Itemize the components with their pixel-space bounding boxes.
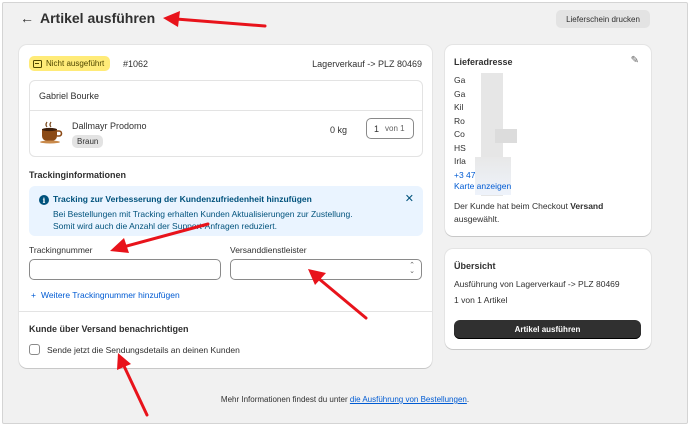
shipping-note-prefix: Der Kunde hat beim Checkout	[454, 201, 571, 211]
redaction	[495, 129, 517, 143]
divider	[19, 311, 432, 312]
status-badge: Nicht ausgeführt	[29, 56, 111, 71]
address-line: Ga	[454, 88, 466, 99]
info-banner: i Tracking zur Verbesserung der Kundenzu…	[29, 186, 423, 236]
divider	[30, 110, 422, 111]
shipping-method: Versand	[570, 201, 604, 211]
shipping-address-card: Lieferadresse ✎ Ga Ga Kil Ro Co HS Irla …	[445, 45, 651, 236]
summary-title: Übersicht	[454, 261, 496, 271]
address-line: HS	[454, 142, 466, 153]
unfulfilled-icon	[33, 59, 42, 68]
line-items-box: Gabriel Bourke Dallmayr Prodomo Braun 0 …	[29, 80, 423, 157]
footer-end: .	[466, 395, 470, 404]
summary-location: Ausführung von Lagerverkauf -> PLZ 80469	[454, 279, 620, 289]
carrier-select[interactable]: ⌃ ⌄	[230, 259, 422, 280]
quantity-of: von 1	[385, 124, 405, 133]
add-tracking-number-label: Weitere Trackingnummer hinzufügen	[40, 290, 180, 300]
pencil-icon[interactable]: ✎	[631, 55, 639, 66]
address-line: Kil	[454, 102, 464, 112]
fulfill-items-button[interactable]: Artikel ausführen	[454, 320, 641, 339]
close-icon[interactable]: ✕	[405, 192, 414, 205]
fulfillment-help-link[interactable]: die Ausführung von Bestellungen	[350, 395, 467, 404]
tracking-number-input[interactable]	[29, 259, 221, 280]
address-title: Lieferadresse	[454, 57, 513, 67]
plus-icon: +	[31, 290, 36, 300]
summary-card: Übersicht Ausführung von Lagerverkauf ->…	[445, 249, 651, 349]
info-banner-title: Tracking zur Verbesserung der Kundenzufr…	[53, 194, 312, 204]
quantity-value: 1	[374, 123, 380, 134]
notify-section-title: Kunde über Versand benachrichtigen	[29, 324, 189, 334]
fulfillment-card: Nicht ausgeführt #1062 Lagerverkauf -> P…	[19, 45, 432, 368]
order-number: #1062	[123, 59, 149, 69]
footer-help: Mehr Informationen findest du unter die …	[0, 395, 690, 404]
address-line: Ro	[454, 115, 465, 126]
customer-name: Gabriel Bourke	[39, 91, 100, 101]
page-title: Artikel ausführen	[40, 10, 156, 26]
carrier-label: Versanddienstleister	[230, 245, 307, 255]
status-badge-label: Nicht ausgeführt	[46, 59, 105, 68]
shipping-note-suffix: ausgewählt.	[454, 214, 500, 224]
address-line: Ga	[454, 75, 466, 85]
product-name[interactable]: Dallmayr Prodomo	[72, 121, 147, 131]
arrow-left-icon[interactable]: ←	[20, 10, 34, 26]
tracking-number-label: Trackingnummer	[29, 245, 93, 255]
shipping-method-note: Der Kunde hat beim Checkout Versand ausge…	[454, 200, 644, 226]
add-tracking-number-link[interactable]: + Weitere Trackingnummer hinzufügen	[31, 290, 180, 300]
summary-item-count: 1 von 1 Artikel	[454, 295, 508, 305]
fulfillment-location: Lagerverkauf -> PLZ 80469	[312, 59, 422, 69]
info-banner-line: Somit wird auch die Anzahl der Support-A…	[53, 221, 277, 231]
coffee-cup-icon	[38, 119, 64, 145]
variant-badge: Braun	[72, 135, 104, 148]
quantity-input[interactable]: 1 von 1	[366, 118, 414, 139]
info-icon: i	[39, 195, 49, 205]
info-banner-line: Bei Bestellungen mit Tracking erhalten K…	[53, 209, 353, 219]
footer-text: Mehr Informationen findest du unter	[220, 395, 350, 404]
notify-customer-label[interactable]: Sende jetzt die Sendungsdetails an deine…	[47, 345, 240, 355]
address-line: Co	[454, 129, 465, 139]
view-map-link[interactable]: Karte anzeigen	[454, 181, 511, 191]
chevron-up-down-icon: ⌃ ⌄	[409, 262, 415, 275]
info-banner-text: Bei Bestellungen mit Tracking erhalten K…	[53, 208, 393, 232]
tracking-section-title: Trackinginformationen	[29, 170, 127, 180]
print-packing-slip-button[interactable]: Lieferschein drucken	[556, 10, 650, 28]
item-weight: 0 kg	[330, 125, 348, 135]
notify-customer-checkbox[interactable]	[29, 344, 40, 355]
